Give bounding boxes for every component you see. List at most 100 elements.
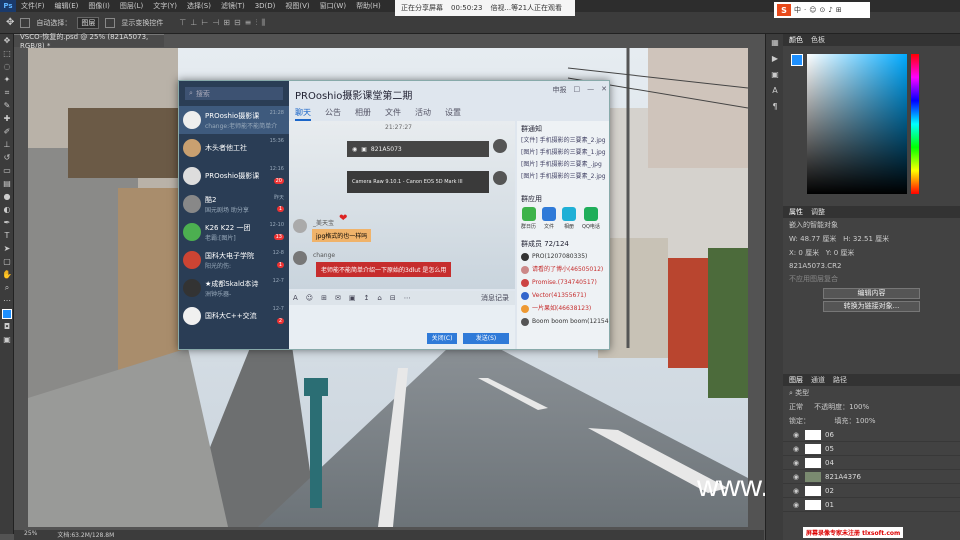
ime-punct[interactable]: · xyxy=(804,6,806,14)
stamp-icon[interactable]: ⊥ xyxy=(0,138,14,151)
upload-icon[interactable]: ↥ xyxy=(363,294,369,302)
tab-color[interactable]: 颜色 xyxy=(789,35,803,45)
screenshot-message[interactable]: Camera Raw 9.10.1 - Canon EOS 5D Mark II… xyxy=(347,171,489,193)
document-tab[interactable]: VSCO-恢复的.psd @ 25% (821A5073, RGB/8) * xyxy=(14,33,164,50)
color-picker[interactable] xyxy=(783,46,960,206)
member-item[interactable]: Promise.(734740517) xyxy=(517,276,609,289)
layer-row[interactable]: ◉ 05 xyxy=(783,442,960,456)
message-area[interactable]: 21:27:27 ◉ ▣ 821A5073 Camera Raw 9.10.1 - … xyxy=(289,121,515,289)
conversation-item[interactable]: PROoshio摄影课 change:老师能不能简单介 21:28 xyxy=(179,106,289,134)
ime-mode[interactable]: 中 xyxy=(794,5,801,15)
tab-channels[interactable]: 通道 xyxy=(811,375,825,385)
opacity-value[interactable]: 100% xyxy=(849,403,869,411)
color-field[interactable] xyxy=(807,54,907,194)
mail-icon[interactable]: ✉ xyxy=(335,294,341,302)
edit-contents-button[interactable]: 编辑内容 xyxy=(823,288,920,299)
foreground-color-swatch[interactable] xyxy=(791,54,803,66)
menu-type[interactable]: 文字(Y) xyxy=(148,1,182,11)
layer-row[interactable]: ◉ 04 xyxy=(783,456,960,470)
member-item[interactable]: 请看的了博小(46505012) xyxy=(517,263,609,276)
menu-layer[interactable]: 图层(L) xyxy=(115,1,148,11)
conversation-item[interactable]: 酷2 国元剧场 助分享 昨天 1 xyxy=(179,190,289,218)
ime-mic-icon[interactable]: ♪ xyxy=(828,6,832,14)
height-value[interactable]: 32.51 厘米 xyxy=(853,235,889,243)
conversation-item[interactable]: 木头者他工社 15:36 xyxy=(179,134,289,162)
width-value[interactable]: 48.77 厘米 xyxy=(800,235,836,243)
dodge-icon[interactable]: ◐ xyxy=(0,203,14,216)
character-panel-icon[interactable]: A xyxy=(766,82,784,98)
gradient-icon[interactable]: ▤ xyxy=(0,177,14,190)
font-icon[interactable]: A xyxy=(293,294,298,302)
notice-item[interactable]: [文件] 手机摄影的三要素_2.jpg xyxy=(517,135,609,147)
menu-image[interactable]: 图像(I) xyxy=(83,1,115,11)
blend-mode-dropdown[interactable]: 正常 xyxy=(789,403,803,411)
notice-item[interactable]: [图片] 手机摄影的三要素_1.jpg xyxy=(517,147,609,159)
menu-3d[interactable]: 3D(D) xyxy=(250,2,281,10)
member-item[interactable]: PRO(1207080335) xyxy=(517,250,609,263)
tab-properties[interactable]: 属性 xyxy=(789,207,803,217)
color-swatch-icon[interactable] xyxy=(0,307,14,320)
eraser-icon[interactable]: ▭ xyxy=(0,164,14,177)
blur-icon[interactable]: ● xyxy=(0,190,14,203)
message-bubble[interactable]: 老师能不能简单介绍一下原始的3dlut 是怎么用 xyxy=(316,262,452,277)
convert-linked-button[interactable]: 转换为链接对象... xyxy=(823,301,920,312)
menu-edit[interactable]: 编辑(E) xyxy=(50,1,84,11)
auto-select-dropdown[interactable]: 图层 xyxy=(77,16,100,29)
magic-wand-icon[interactable]: ✦ xyxy=(0,73,14,86)
tab-album[interactable]: 相册 xyxy=(355,107,371,121)
member-item[interactable]: Vector(41355671) xyxy=(517,289,609,302)
layer-row[interactable]: ◉ 02 xyxy=(783,484,960,498)
eye-icon[interactable]: ◉ xyxy=(793,431,801,439)
menu-filter[interactable]: 滤镜(T) xyxy=(216,1,250,11)
tab-chat[interactable]: 聊天 xyxy=(295,107,311,121)
gif-icon[interactable]: ⊞ xyxy=(321,294,327,302)
path-select-icon[interactable]: ➤ xyxy=(0,242,14,255)
menu-help[interactable]: 帮助(H) xyxy=(351,1,386,11)
tab-settings[interactable]: 设置 xyxy=(445,107,461,121)
conversation-item[interactable]: K26 K22 一团 老霸:[图片] 12-10 13 xyxy=(179,218,289,246)
checkbox-transform[interactable] xyxy=(105,17,116,28)
conversation-item[interactable]: PROoshio摄影课 12:16 20 xyxy=(179,162,289,190)
minimize-button[interactable]: — xyxy=(587,85,594,95)
conversation-item[interactable]: 国科大电子学院 阳光的伤: 12-8 1 xyxy=(179,246,289,274)
layer-row[interactable]: ◉ 821A4376 xyxy=(783,470,960,484)
layer-filter[interactable]: ⌕ 类型 xyxy=(783,386,960,400)
emoji-icon[interactable]: ☺ xyxy=(306,294,313,302)
input-method-bar[interactable]: S 中 · ☺ ⊙ ♪ ⊞ xyxy=(774,2,870,18)
trash-icon[interactable]: ⊟ xyxy=(390,294,396,302)
layer-row[interactable]: ◉ 01 xyxy=(783,498,960,512)
menu-window[interactable]: 窗口(W) xyxy=(315,1,351,11)
pen-icon[interactable]: ✒ xyxy=(0,216,14,229)
close-button[interactable]: 关闭(C) xyxy=(427,333,457,344)
menu-file[interactable]: 文件(F) xyxy=(16,1,50,11)
brush-icon[interactable]: ✐ xyxy=(0,125,14,138)
history-panel-icon[interactable]: ▦ xyxy=(766,34,784,50)
paragraph-panel-icon[interactable]: ¶ xyxy=(766,98,784,114)
checkbox-auto-select[interactable] xyxy=(20,17,31,28)
close-icon[interactable]: ✕ xyxy=(601,85,607,95)
x-value[interactable]: 0 厘米 xyxy=(798,249,819,257)
app-files[interactable]: 文件 xyxy=(542,207,557,230)
eyedropper-icon[interactable]: ✎ xyxy=(0,99,14,112)
quick-mask-icon[interactable]: ◘ xyxy=(0,320,14,333)
crop-icon[interactable]: ⌗ xyxy=(0,86,14,99)
member-item[interactable]: 一片果如(46638123) xyxy=(517,302,609,315)
more-tools-icon[interactable]: ⋯ xyxy=(0,294,14,307)
history-button[interactable]: 消息记录 xyxy=(481,293,509,303)
text-icon[interactable]: T xyxy=(0,229,14,242)
marquee-icon[interactable]: ⬚ xyxy=(0,47,14,60)
maximize-button[interactable]: □ xyxy=(574,85,581,95)
ime-voice-icon[interactable]: ⊙ xyxy=(820,6,826,14)
eye-icon[interactable]: ◉ xyxy=(793,487,801,495)
zoom-icon[interactable]: ⌕ xyxy=(0,281,14,294)
actions-panel-icon[interactable]: ▶ xyxy=(766,50,784,66)
qq-chat-window[interactable]: ⌕ 搜索 PROoshio摄影课 change:老师能不能简单介 21:28 木头者他… xyxy=(178,80,610,350)
tab-layers[interactable]: 图层 xyxy=(789,375,803,385)
ime-emoji-icon[interactable]: ☺ xyxy=(809,6,816,14)
move-tool-icon[interactable]: ✥ xyxy=(6,17,14,28)
eye-icon[interactable]: ◉ xyxy=(793,459,801,467)
tab-activity[interactable]: 活动 xyxy=(415,107,431,121)
more-icon[interactable]: ⋯ xyxy=(404,294,411,302)
app-calendar[interactable]: 群日历 xyxy=(521,207,536,230)
hue-slider[interactable] xyxy=(911,54,919,194)
